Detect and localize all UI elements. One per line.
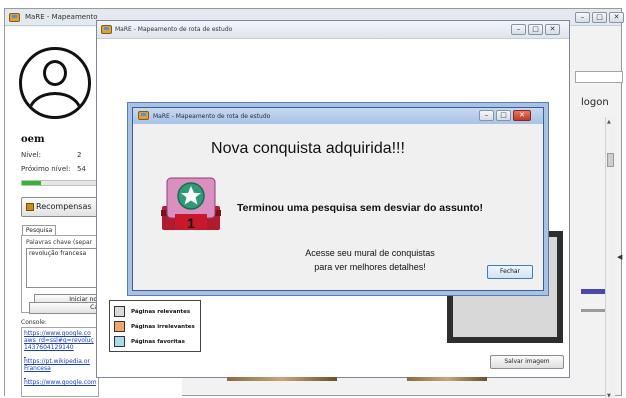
app-icon: [9, 13, 20, 22]
badge-number: 1: [187, 215, 195, 231]
console-link: [24, 372, 96, 379]
username: oem: [21, 134, 45, 145]
keywords-label: Palavras chave (separ: [26, 239, 93, 246]
console-link[interactable]: https://pt.wikipedia.or: [24, 358, 96, 365]
route-window-title: MaRE - Mapeamento de rota de estudo: [115, 26, 233, 33]
main-window-title: MaRE - Mapeamento: [25, 13, 98, 21]
route-window-titlebar: MaRE - Mapeamento de rota de estudo – □ …: [97, 21, 569, 39]
mural-hint-line2: para ver melhores detalhes!: [314, 262, 426, 272]
maximize-button[interactable]: □: [592, 12, 607, 23]
console-link[interactable]: aws_rd=ssl#q=revoluç: [24, 337, 96, 344]
close-button[interactable]: ✕: [545, 24, 560, 35]
maximize-button[interactable]: □: [528, 24, 543, 35]
keywords-input[interactable]: revolução francesa: [26, 248, 102, 288]
dialog-title: MaRE - Mapeamento de rota de estudo: [153, 113, 271, 120]
console-link[interactable]: Francesa: [24, 365, 96, 372]
decorative-bar: [581, 309, 605, 312]
thumbnail-image: [227, 377, 337, 381]
close-button[interactable]: ✕: [513, 110, 531, 121]
xp-progress-fill: [22, 181, 41, 185]
app-icon: [138, 111, 149, 120]
close-button[interactable]: ✕: [609, 12, 624, 23]
minimize-button[interactable]: –: [479, 110, 494, 121]
main-window-controls: – □ ✕: [575, 12, 624, 23]
scroll-up-icon[interactable]: ▲: [607, 119, 611, 125]
achievement-badge-icon: 1: [161, 177, 221, 231]
mural-hint-line1: Acesse seu mural de conquistas: [305, 248, 435, 258]
console-link: [24, 351, 96, 358]
legend-item: Páginas relevantes: [114, 306, 190, 317]
app-icon: [101, 25, 112, 34]
console-link[interactable]: https://www.google.co: [24, 330, 96, 337]
maximize-button[interactable]: □: [496, 110, 511, 121]
legend-label: Páginas favoritas: [131, 338, 185, 345]
decorative-bar: [581, 289, 605, 294]
chevron-left-icon[interactable]: ◀: [617, 253, 622, 261]
close-dialog-button[interactable]: Fechar: [487, 265, 533, 279]
logon-label: logon: [581, 97, 609, 108]
console-link[interactable]: 1437604129140: [24, 344, 96, 351]
legend-item: Páginas favoritas: [114, 336, 185, 347]
rewards-button[interactable]: Recompensas: [21, 197, 107, 217]
legend-label: Páginas irrelevantes: [131, 323, 195, 330]
legend-item: Páginas irrelevantes: [114, 321, 195, 332]
close-icon[interactable]: ✕: [543, 235, 550, 244]
avatar-body-icon: [28, 92, 82, 116]
dialog-titlebar: MaRE - Mapeamento de rota de estudo – □ …: [133, 108, 543, 124]
avatar-head-icon: [43, 60, 67, 86]
route-window-controls: – □ ✕: [511, 24, 560, 35]
level-label: Nível:: [21, 151, 41, 159]
scrollbar-thumb[interactable]: [607, 153, 614, 167]
rewards-button-label: Recompensas: [36, 202, 92, 211]
thumbnail-image: [407, 377, 487, 381]
next-level-value: 54: [77, 165, 86, 173]
dialog-heading: Nova conquista adquirida!!!: [211, 140, 405, 157]
rewards-icon: [26, 203, 34, 211]
minimize-button[interactable]: –: [511, 24, 526, 35]
legend-swatch: [114, 321, 125, 332]
avatar: [19, 47, 91, 119]
legend-swatch: [114, 336, 125, 347]
cancel-search-button[interactable]: Ca: [29, 302, 101, 314]
next-level-label: Próximo nível:: [21, 165, 71, 173]
minimize-button[interactable]: –: [575, 12, 590, 23]
achievement-description: Terminou uma pesquisa sem desviar do ass…: [237, 202, 484, 214]
level-value: 2: [77, 151, 82, 159]
legend-swatch: [114, 306, 125, 317]
dialog-controls: – □ ✕: [479, 110, 531, 121]
legend: Páginas relevantes Páginas irrelevantes …: [109, 300, 201, 352]
achievement-dialog: MaRE - Mapeamento de rota de estudo – □ …: [132, 107, 544, 291]
scroll-down-icon[interactable]: ▼: [607, 393, 611, 398]
xp-progress-bar: [21, 180, 101, 186]
console-label: Console:: [21, 319, 47, 326]
main-scrollbar[interactable]: ▲ ▼: [605, 117, 615, 398]
console-output[interactable]: https://www.google.co aws_rd=ssl#q=revol…: [21, 327, 99, 397]
logon-field[interactable]: [575, 71, 623, 83]
save-image-button[interactable]: Salvar imagem: [490, 355, 564, 369]
legend-label: Páginas relevantes: [131, 308, 191, 315]
console-link[interactable]: https://www.google.com.br/: [24, 379, 96, 386]
